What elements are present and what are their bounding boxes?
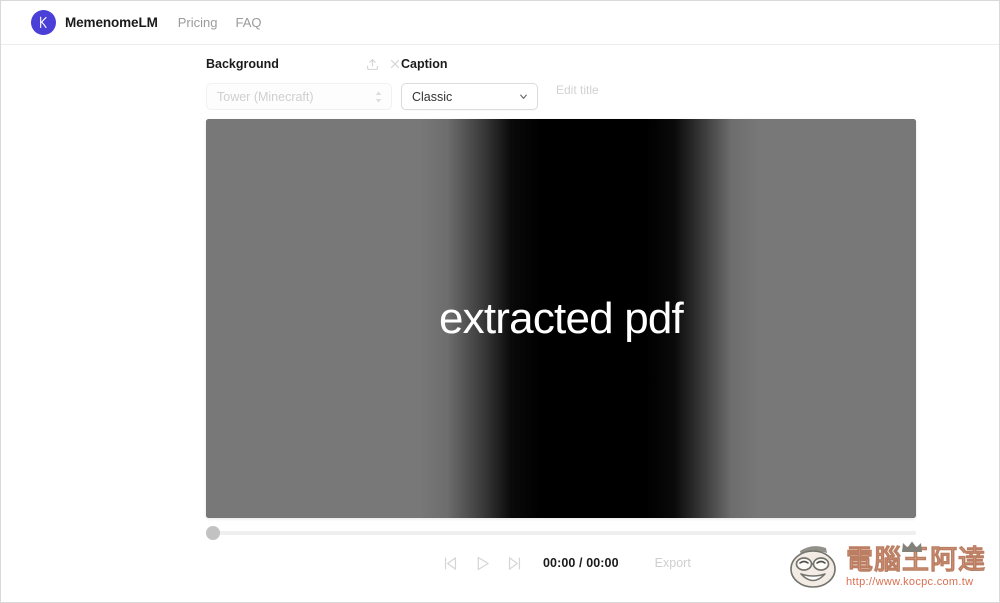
editor-panel: Background Tower (Minecraft) Caption Cla…: [1, 45, 999, 602]
caption-style-value: Classic: [412, 89, 453, 104]
memenome-logo-icon: [31, 10, 56, 35]
background-select-value: Tower (Minecraft): [217, 89, 314, 104]
export-button[interactable]: Export: [655, 556, 691, 570]
upload-icon[interactable]: [364, 56, 380, 72]
time-display: 00:00 / 00:00: [543, 556, 619, 570]
chevron-down-icon: [518, 91, 529, 102]
edit-title-button[interactable]: Edit title: [556, 57, 599, 97]
nav-link-faq[interactable]: FAQ: [236, 15, 262, 30]
brand-name: MemenomeLM: [65, 15, 158, 30]
caption-label: Caption: [401, 57, 448, 71]
title-control-group: Edit title: [556, 57, 599, 97]
timeline-thumb[interactable]: [206, 526, 220, 540]
chevron-up-down-icon: [374, 90, 383, 104]
video-preview-stage[interactable]: extracted pdf: [206, 119, 916, 518]
caption-style-select[interactable]: Classic: [401, 83, 538, 110]
transport-controls: 00:00 / 00:00 Export: [441, 551, 691, 575]
background-select[interactable]: Tower (Minecraft): [206, 83, 392, 110]
timeline-track[interactable]: [206, 531, 916, 535]
skip-to-end-icon[interactable]: [505, 554, 523, 572]
caption-control-group: Caption Classic: [401, 57, 538, 110]
background-control-group: Background Tower (Minecraft): [206, 57, 400, 110]
top-navbar: MemenomeLM Pricing FAQ: [1, 1, 999, 45]
nav-links: Pricing FAQ: [178, 15, 262, 30]
brand-home-link[interactable]: MemenomeLM: [31, 10, 158, 35]
timeline-scrubber[interactable]: [206, 526, 916, 540]
nav-link-pricing[interactable]: Pricing: [178, 15, 218, 30]
play-icon[interactable]: [473, 554, 491, 572]
preview-caption-text: extracted pdf: [439, 293, 684, 343]
controls-row: Background Tower (Minecraft) Caption Cla…: [206, 57, 918, 121]
background-actions: [364, 56, 403, 72]
skip-to-start-icon[interactable]: [441, 554, 459, 572]
app-window: MemenomeLM Pricing FAQ Background Tower …: [0, 0, 1000, 603]
